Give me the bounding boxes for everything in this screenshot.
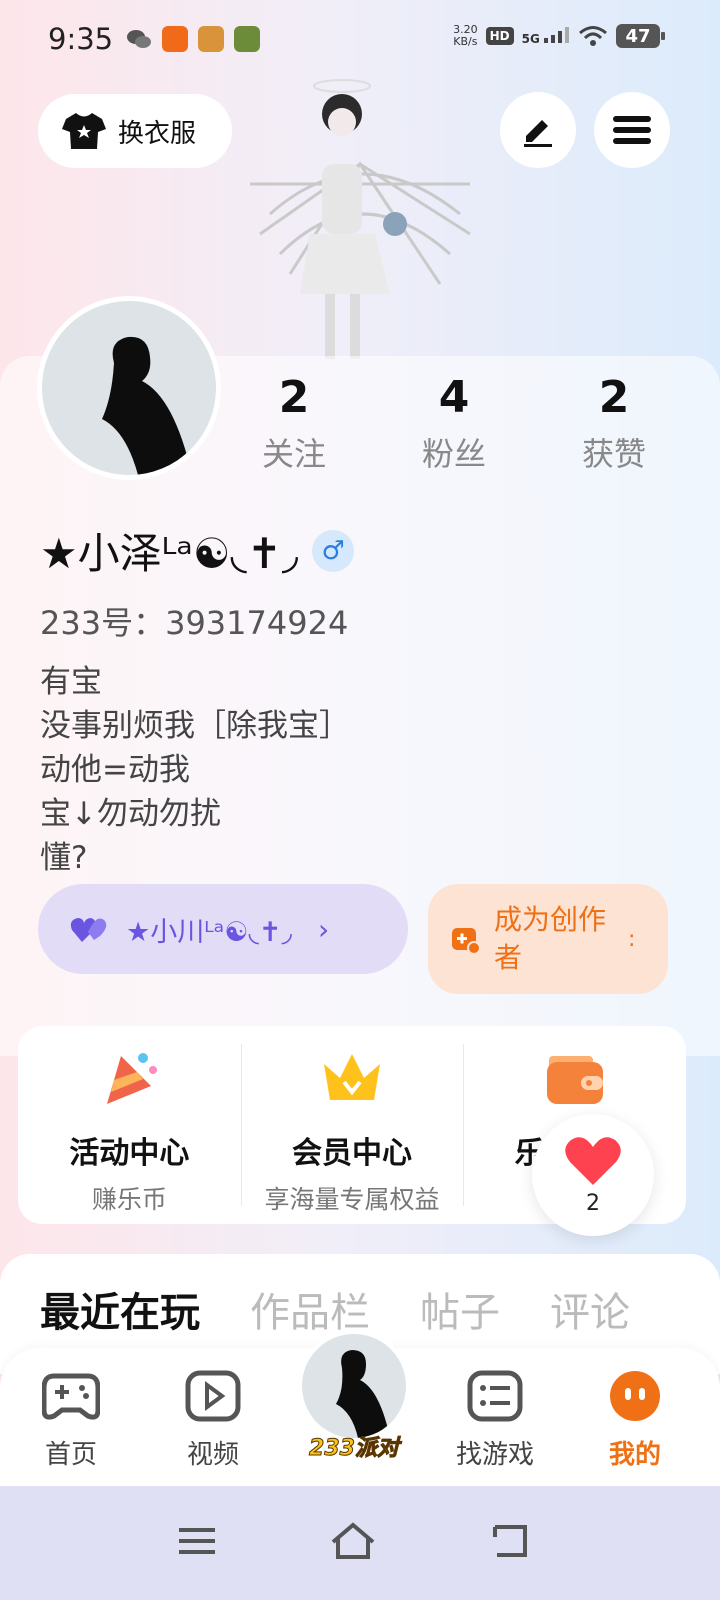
feature-subtitle: 享海量专属权益 (264, 1185, 440, 1214)
chevron-right-icon: › (317, 912, 330, 946)
avatar[interactable] (37, 296, 221, 480)
net-speed: 3.20 KB/s (453, 23, 478, 48)
creator-colon: : (628, 926, 636, 952)
tab-posts[interactable]: 帖子 (420, 1280, 500, 1338)
bio-line: 宝↓勿动勿扰 (40, 796, 221, 832)
feature-title: 活动中心 (69, 1136, 190, 1171)
party-avatar-button[interactable] (298, 1330, 410, 1442)
nav-find-games[interactable]: 找游戏 (440, 1370, 550, 1471)
gamepad-add-icon (452, 928, 480, 954)
home-icon (331, 1522, 375, 1559)
nav-label: 我的 (608, 1440, 661, 1470)
list-icon (467, 1370, 523, 1422)
game-app-icon-2 (234, 26, 260, 52)
battery-icon: 47 (616, 24, 665, 48)
vip-center-button[interactable]: 会员中心 享海量专属权益 (240, 1026, 464, 1224)
like-count: 2 (586, 1190, 600, 1216)
tshirt-icon (62, 113, 106, 149)
nav-me[interactable]: 我的 (580, 1370, 690, 1471)
feature-subtitle: 赚乐币 (91, 1185, 167, 1214)
nav-label: 视频 (186, 1440, 239, 1470)
avatar-silhouette-icon (336, 1350, 390, 1438)
likes-stat[interactable]: 2 获赞 (534, 372, 694, 475)
system-nav-bar (0, 1486, 720, 1600)
clock: 9:35 (48, 22, 114, 56)
nav-label: 首页 (44, 1440, 97, 1470)
like-float-button[interactable]: 2 (532, 1114, 654, 1236)
wallet-icon (546, 1056, 603, 1104)
become-creator-button[interactable]: 成为创作者 : (428, 884, 668, 994)
hamburger-icon (613, 116, 651, 144)
tab-comments[interactable]: 评论 (550, 1280, 630, 1338)
face-icon (610, 1371, 660, 1421)
tab-recently-played[interactable]: 最近在玩 (40, 1280, 200, 1338)
double-heart-icon (70, 918, 107, 942)
bio-line: 懂? (40, 840, 88, 876)
menu-lines-icon (179, 1528, 215, 1554)
following-stat[interactable]: 2 关注 (214, 372, 374, 475)
bio: 有宝 没事别烦我［除我宝］ 动他=动我 宝↓勿动勿扰 懂? (40, 660, 350, 880)
crown-icon (324, 1054, 380, 1100)
bio-line: 没事别烦我［除我宝］ (40, 708, 350, 744)
change-outfit-button[interactable]: 换衣服 (38, 94, 232, 168)
nav-home[interactable]: 首页 (16, 1370, 126, 1471)
home-button[interactable] (318, 1506, 388, 1576)
username-text: ★小泽ᴸᵃ☯︎◟✝︎◞ (40, 529, 299, 578)
status-bar: 9:35 3.20 KB/s HD 5G 47 (0, 0, 720, 80)
gamepad-icon (41, 1373, 101, 1420)
pen-icon (524, 120, 552, 147)
couple-name: ★小川ᴸᵃ☯︎◟✝︎◞ (126, 916, 292, 948)
bio-line: 有宝 (40, 664, 102, 700)
avatar-silhouette-icon (102, 336, 192, 475)
user-id[interactable]: 233号：393174924 (40, 598, 348, 644)
bio-line: 动他=动我 (40, 752, 190, 788)
back-icon (493, 1525, 527, 1557)
party-popper-icon (107, 1053, 158, 1104)
nav-label: 找游戏 (455, 1440, 534, 1470)
couple-link-button[interactable]: ★小川ᴸᵃ☯︎◟✝︎◞ › (38, 884, 408, 974)
edit-button[interactable] (500, 92, 576, 168)
activity-center-button[interactable]: 活动中心 赚乐币 (18, 1026, 241, 1224)
back-button[interactable] (474, 1506, 544, 1576)
username: ★小泽ᴸᵃ☯︎◟✝︎◞ ♂ (40, 520, 355, 581)
heart-icon (565, 1136, 621, 1185)
party-label[interactable]: 233派对 (298, 1430, 410, 1462)
followers-stat[interactable]: 4 粉丝 (374, 372, 534, 475)
content-tabs: 最近在玩 作品栏 帖子 评论 (40, 1280, 630, 1338)
wechat-icon (126, 26, 152, 52)
character-figure[interactable] (230, 74, 490, 364)
profile-stats: 2 关注 4 粉丝 2 获赞 (214, 372, 694, 475)
become-creator-label: 成为创作者 (494, 903, 607, 974)
wifi-icon (579, 26, 607, 46)
menu-button[interactable] (594, 92, 670, 168)
hd-badge: HD (485, 27, 514, 45)
play-icon (185, 1370, 241, 1422)
nav-video[interactable]: 视频 (158, 1370, 268, 1471)
video-app-icon (162, 26, 188, 52)
status-right: 3.20 KB/s HD 5G 47 (453, 23, 665, 48)
signal-icon: 5G (522, 26, 570, 46)
recent-apps-button[interactable] (162, 1506, 232, 1576)
male-icon: ♂ (312, 529, 355, 572)
notification-icons (126, 26, 260, 52)
feature-title: 会员中心 (292, 1136, 412, 1171)
game-app-icon (198, 26, 224, 52)
change-outfit-label: 换衣服 (118, 118, 197, 149)
